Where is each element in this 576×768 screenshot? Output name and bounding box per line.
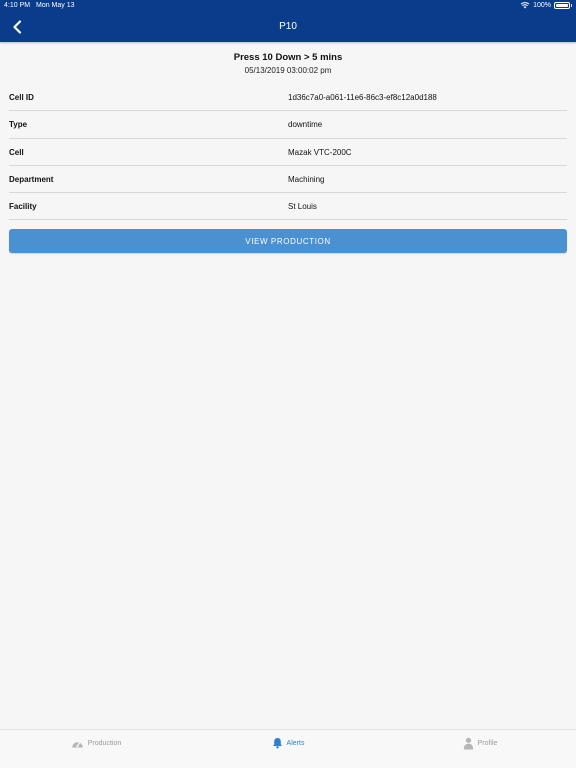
bell-icon <box>272 738 282 749</box>
gauge-icon <box>71 740 83 747</box>
detail-row-type: Type downtime <box>9 111 567 139</box>
view-production-button[interactable]: VIEW PRODUCTION <box>9 229 567 253</box>
battery-percent: 100% <box>533 1 551 9</box>
detail-value: Mazak VTC-200C <box>288 147 352 157</box>
detail-row-cell-id: Cell ID 1d36c7a0-a061-11e6-86c3-ef8c12a0… <box>9 84 567 112</box>
detail-value: downtime <box>288 120 323 130</box>
detail-label: Cell <box>9 147 24 157</box>
tab-profile[interactable]: Profile <box>384 730 576 768</box>
alert-datetime: 05/13/2019 03:00:02 pm <box>244 66 332 75</box>
navigation-bar: 4:10 PM Mon May 13 100% P10 <box>0 0 576 42</box>
person-icon <box>463 737 473 749</box>
detail-label: Department <box>9 174 54 184</box>
detail-row-department: Department Machining <box>9 166 567 194</box>
tab-label: Production <box>87 739 122 747</box>
detail-value: 1d36c7a0-a061-11e6-86c3-ef8c12a0d188 <box>288 93 437 102</box>
detail-row-cell: Cell Mazak VTC-200C <box>9 139 567 166</box>
status-date: Mon May 13 <box>36 2 75 9</box>
alert-title: Press 10 Down > 5 mins <box>233 52 343 63</box>
details-list: Cell ID 1d36c7a0-a061-11e6-86c3-ef8c12a0… <box>9 84 567 221</box>
tab-production[interactable]: Production <box>0 730 192 768</box>
tab-label: Alerts <box>286 739 305 747</box>
tab-alerts[interactable]: Alerts <box>192 730 384 768</box>
status-indicators: 100% <box>520 1 572 9</box>
detail-row-facility: Facility St Louis <box>9 193 567 221</box>
detail-value: Machining <box>288 174 325 184</box>
tab-label: Profile <box>477 739 498 747</box>
wifi-icon <box>520 2 530 9</box>
status-bar: 4:10 PM Mon May 13 100% <box>0 0 576 12</box>
battery-icon <box>554 1 572 9</box>
detail-value: St Louis <box>288 202 317 212</box>
tab-bar: Production Alerts Profile <box>0 729 576 768</box>
status-time: 4:10 PM <box>4 2 31 9</box>
detail-label: Facility <box>9 202 37 212</box>
detail-label: Cell ID <box>9 93 34 102</box>
page-title: P10 <box>279 21 297 32</box>
detail-label: Type <box>9 120 28 130</box>
